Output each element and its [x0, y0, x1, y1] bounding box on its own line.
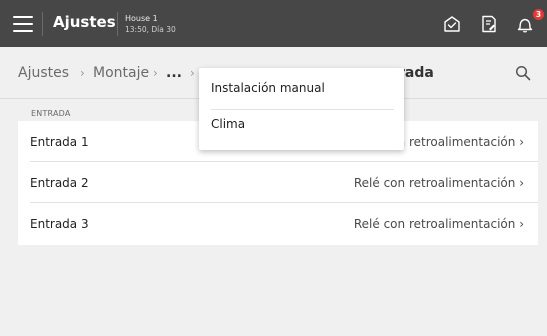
chevron-right-icon: › — [153, 66, 158, 80]
row-value: Relé con retroalimentación › — [353, 217, 524, 231]
hamburger-menu-icon[interactable] — [13, 16, 33, 32]
list-item[interactable]: Entrada 3 Relé con retroalimentación › — [18, 203, 538, 244]
row-value: Relé con retroalimentación › — [353, 176, 524, 190]
house-time: 13:50, Día 30 — [125, 25, 176, 34]
menu-item-instalacion-manual[interactable]: Instalación manual — [199, 68, 404, 109]
house-name: House 1 — [125, 14, 158, 23]
divider — [117, 12, 118, 36]
breadcrumb-item-montaje[interactable]: Montaje — [93, 65, 149, 81]
bell-icon[interactable] — [515, 14, 535, 34]
chevron-right-icon: › — [80, 66, 85, 80]
breadcrumb-dropdown-menu: Instalación manual Clima — [199, 68, 404, 150]
menu-item-clima[interactable]: Clima — [199, 109, 404, 150]
chevron-right-icon: › — [190, 66, 195, 80]
chevron-right-icon: › — [519, 135, 524, 149]
list-item[interactable]: Entrada 2 Relé con retroalimentación › — [18, 162, 538, 203]
divider — [42, 12, 43, 36]
menu-item-label: Clima — [211, 117, 246, 131]
row-label: Entrada 3 — [30, 217, 89, 231]
chevron-right-icon: › — [519, 217, 524, 231]
app-title: Ajustes — [53, 13, 116, 31]
breadcrumb-ellipsis[interactable]: ... — [166, 65, 182, 81]
chevron-right-icon: › — [519, 176, 524, 190]
top-bar: Ajustes House 1 13:50, Día 30 3 — [0, 0, 547, 47]
house-check-icon[interactable] — [442, 14, 462, 34]
breadcrumb-item-ajustes[interactable]: Ajustes — [18, 65, 69, 81]
row-label: Entrada 1 — [30, 135, 89, 149]
document-edit-icon[interactable] — [479, 14, 499, 34]
row-label: Entrada 2 — [30, 176, 89, 190]
search-icon[interactable] — [515, 65, 531, 81]
section-title: ENTRADA — [31, 109, 71, 118]
menu-item-label: Instalación manual — [211, 81, 325, 95]
notification-badge: 3 — [533, 9, 544, 20]
